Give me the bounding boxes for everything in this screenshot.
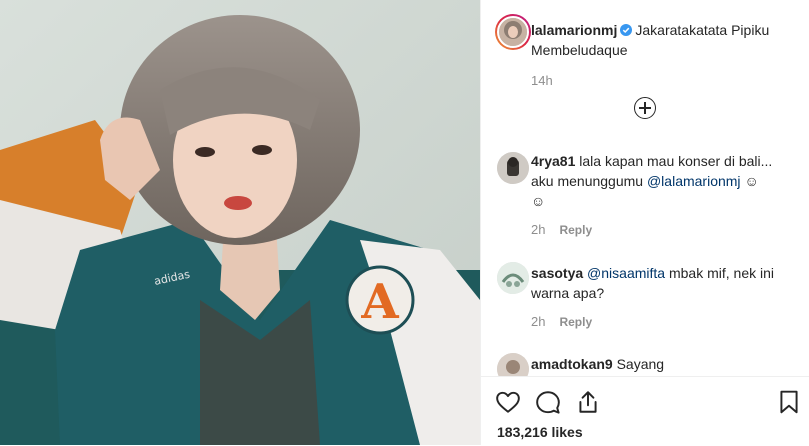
comment: sasotya @nisaamifta mbak mif, nek ini wa… [531,263,793,303]
comment-avatar[interactable] [497,152,529,184]
comment-text: Sayang [616,356,665,372]
comment-emoji-2: ☺ [531,193,546,209]
verified-badge-icon [620,24,633,36]
comment-avatar[interactable] [497,262,529,294]
caption-username[interactable]: lalamarionmj [531,22,617,38]
comment-avatar-image [497,152,529,184]
comment-username[interactable]: sasotya [531,265,583,281]
post-image: A adidas [0,0,480,445]
reply-button[interactable]: Reply [559,223,592,237]
post-photo[interactable]: A adidas [0,0,480,445]
reply-button[interactable]: Reply [559,315,592,329]
comment-mention[interactable]: @nisaamifta [587,265,665,281]
author-avatar[interactable] [495,14,531,50]
comment-mention[interactable]: @lalamarionmj [647,173,741,189]
comment-meta: 2h Reply [531,222,592,237]
caption-time[interactable]: 14h [531,73,553,88]
bookmark-icon[interactable] [776,389,802,415]
author-avatar-image [499,18,527,46]
jacket-patch-letter: A [360,274,399,330]
comment: 4rya81 lala kapan mau konser di bali... … [531,151,796,211]
comment-time[interactable]: 2h [531,314,545,329]
comment-icon[interactable] [535,389,561,415]
comment-meta: 2h Reply [531,314,592,329]
action-bar: 183,216 likes [481,376,809,446]
caption: lalamarionmj Jakaratakatata Pipiku Membel… [531,20,801,60]
post-side-panel: lalamarionmj Jakaratakatata Pipiku Membel… [480,0,809,446]
heart-icon[interactable] [495,389,521,415]
likes-count[interactable]: 183,216 likes [497,424,583,440]
comment-emoji: ☺ [744,173,759,189]
comment-time[interactable]: 2h [531,222,545,237]
share-icon[interactable] [575,389,601,415]
comment-avatar-image [497,262,529,294]
comment-username[interactable]: amadtokan9 [531,356,613,372]
comment: amadtokan9 Sayang [531,354,793,374]
plus-circle-icon[interactable] [634,97,656,119]
comment-username[interactable]: 4rya81 [531,153,575,169]
